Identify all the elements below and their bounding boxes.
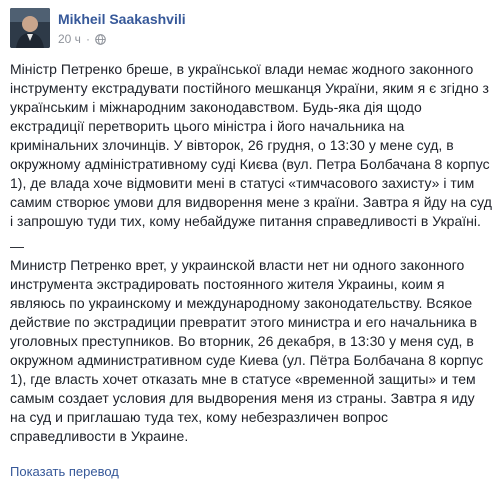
avatar[interactable] <box>10 8 50 48</box>
separator-dot: · <box>85 32 90 46</box>
post-body: Міністр Петренко бреше, в української вл… <box>10 60 492 446</box>
avatar-photo <box>10 8 50 48</box>
post-meta: Mikheil Saakashvili 20 ч · <box>58 8 186 50</box>
author-name[interactable]: Mikheil Saakashvili <box>58 10 186 28</box>
post-timestamp[interactable]: 20 ч <box>58 32 81 46</box>
globe-icon[interactable] <box>95 33 106 45</box>
post-subline: 20 ч · <box>58 32 186 46</box>
post-text-ukrainian: Міністр Петренко бреше, в української вл… <box>10 61 496 229</box>
show-translation-link[interactable]: Показать перевод <box>10 464 119 479</box>
facebook-post: Mikheil Saakashvili 20 ч · Міністр Петре… <box>0 0 496 490</box>
post-text-russian: — Министр Петренко врет, у украинской вл… <box>10 238 484 444</box>
post-header: Mikheil Saakashvili 20 ч · <box>10 8 186 50</box>
